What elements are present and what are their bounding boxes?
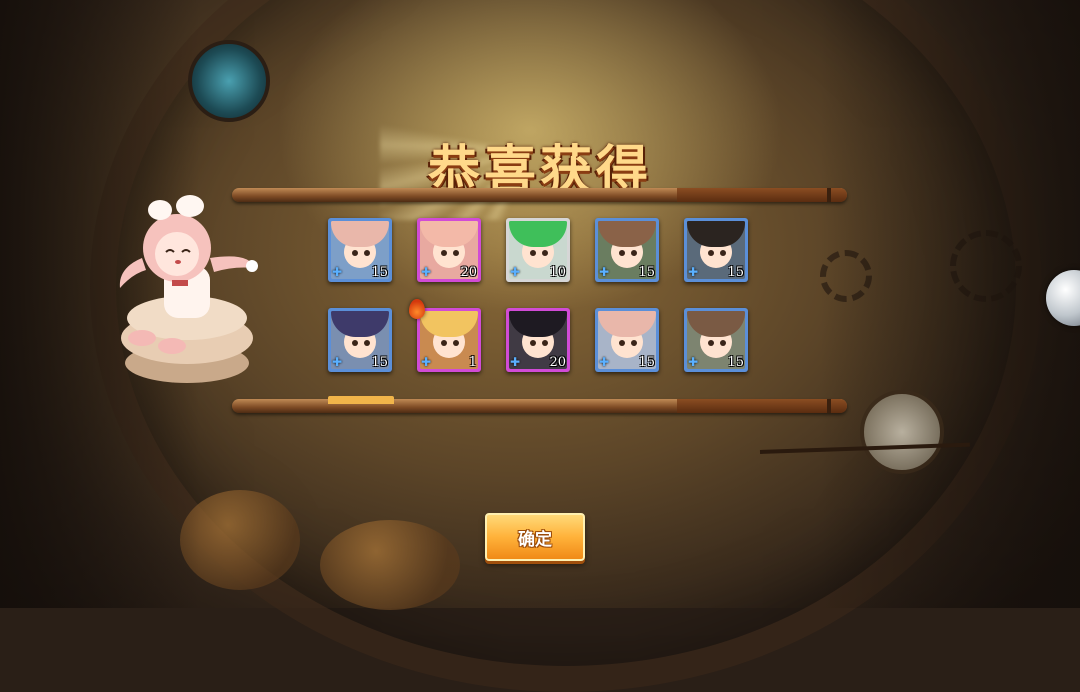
puzzle-fragment-icon: ✚ xyxy=(688,355,699,369)
character-eye xyxy=(631,250,637,256)
character-eye xyxy=(364,250,370,256)
fragment-count: 15 xyxy=(638,265,655,280)
character-eye xyxy=(441,340,447,346)
character-eye xyxy=(530,340,536,346)
lamp-decoration xyxy=(188,40,270,122)
character-eye xyxy=(720,340,726,346)
fragment-count: 15 xyxy=(371,355,388,370)
fragment-count: 1 xyxy=(468,355,477,370)
puzzle-fragment-icon: ✚ xyxy=(332,355,343,369)
character-eye xyxy=(631,340,637,346)
reward-card[interactable]: ✚ 15 xyxy=(328,308,392,372)
character-eye xyxy=(542,340,548,346)
character-eye xyxy=(720,250,726,256)
puzzle-fragment-icon: ✚ xyxy=(332,265,343,279)
fragment-count: 20 xyxy=(460,265,477,280)
puzzle-fragment-icon: ✚ xyxy=(599,265,610,279)
right-shadow xyxy=(820,0,1080,608)
mascot-character xyxy=(112,188,262,388)
character-eye xyxy=(364,340,370,346)
character-eye xyxy=(453,340,459,346)
puzzle-fragment-icon: ✚ xyxy=(599,355,610,369)
character-eye xyxy=(530,250,536,256)
puzzle-fragment-icon: ✚ xyxy=(510,265,521,279)
reward-card[interactable]: ✚ 15 xyxy=(595,308,659,372)
reward-card[interactable]: ✚ 15 xyxy=(684,218,748,282)
food-decoration xyxy=(320,520,460,610)
character-eye xyxy=(619,340,625,346)
character-eye xyxy=(453,250,459,256)
reward-grid: ✚ 15 ✚ 20 ✚ 10 ✚ 15 ✚ 15 ✚ 15 ✚ 1 ✚ 20 ✚ 15 ✚ 15 xyxy=(318,208,762,398)
character-eye xyxy=(708,250,714,256)
confirm-button[interactable]: 确定 xyxy=(485,513,585,561)
chopstick-bottom-divider xyxy=(232,399,847,413)
fragment-count: 15 xyxy=(727,355,744,370)
scroll-indicator xyxy=(328,396,394,404)
puzzle-fragment-icon: ✚ xyxy=(421,355,432,369)
reward-card[interactable]: ✚ 20 xyxy=(506,308,570,372)
character-eye xyxy=(352,340,358,346)
reward-card[interactable]: ✚ 15 xyxy=(684,308,748,372)
fragment-count: 10 xyxy=(549,265,566,280)
puzzle-fragment-icon: ✚ xyxy=(688,265,699,279)
fragment-count: 15 xyxy=(371,265,388,280)
reward-card[interactable]: ✚ 15 xyxy=(328,218,392,282)
fragment-count: 15 xyxy=(638,355,655,370)
character-eye xyxy=(441,250,447,256)
reward-card[interactable]: ✚ 20 xyxy=(417,218,481,282)
fragment-count: 20 xyxy=(549,355,566,370)
character-eye xyxy=(542,250,548,256)
clock-face-decoration xyxy=(860,390,944,474)
puzzle-fragment-icon: ✚ xyxy=(510,355,521,369)
reward-card[interactable]: ✚ 1 xyxy=(417,308,481,372)
chopstick-top-divider xyxy=(232,188,847,202)
puzzle-fragment-icon: ✚ xyxy=(421,265,432,279)
fragment-count: 15 xyxy=(727,265,744,280)
character-eye xyxy=(619,250,625,256)
character-eye xyxy=(352,250,358,256)
reward-card[interactable]: ✚ 10 xyxy=(506,218,570,282)
fire-icon xyxy=(409,299,425,319)
reward-card[interactable]: ✚ 15 xyxy=(595,218,659,282)
character-eye xyxy=(708,340,714,346)
